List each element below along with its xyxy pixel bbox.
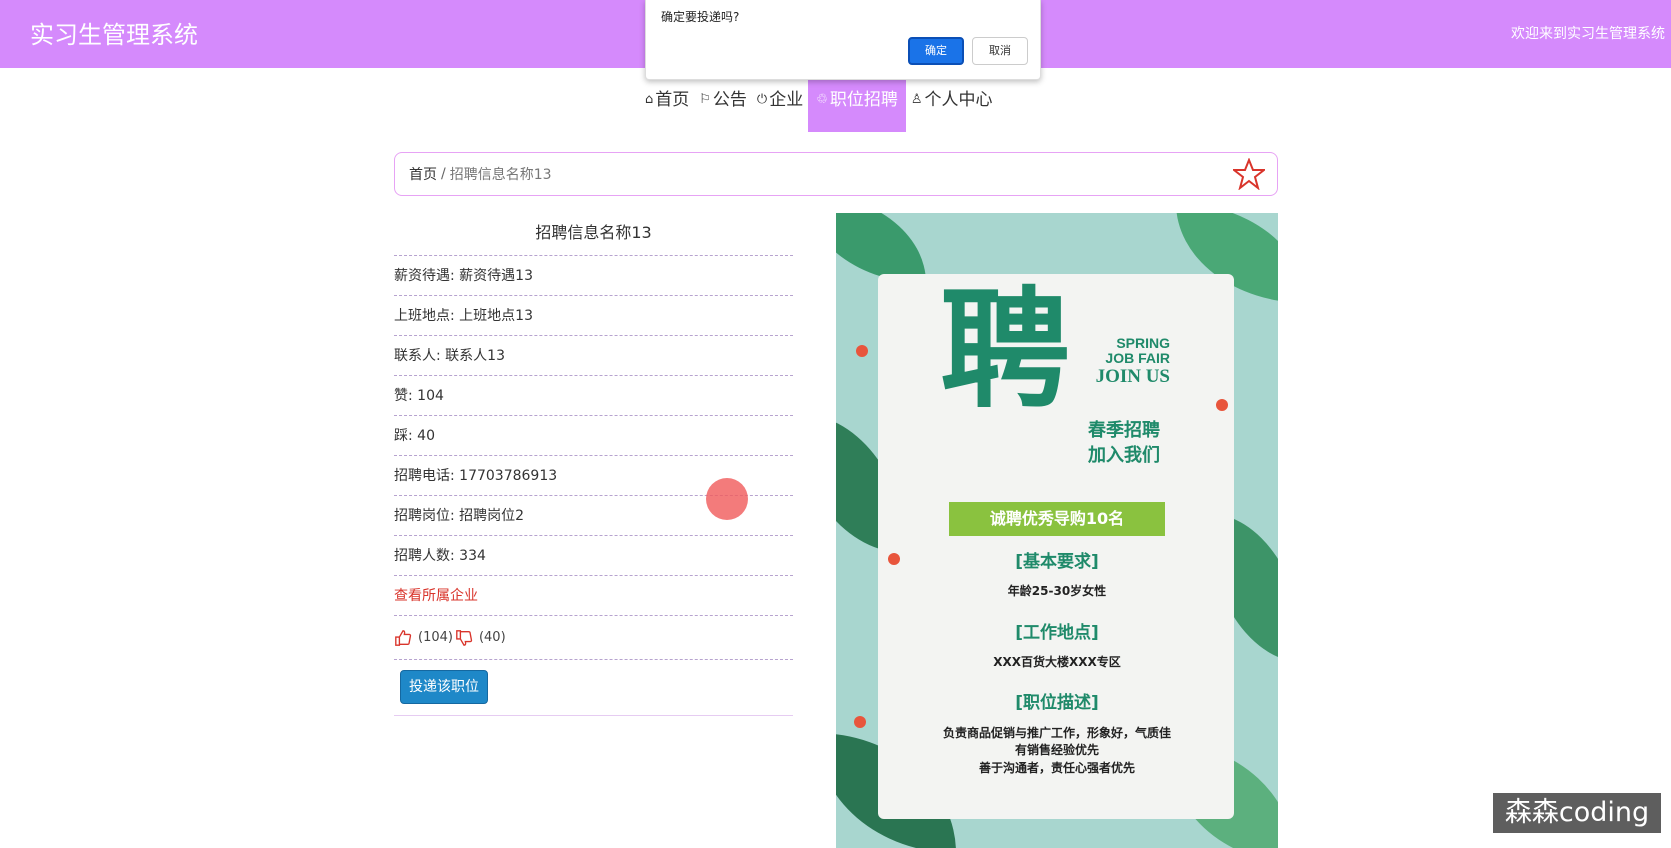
vote-row: (104) (40) (394, 616, 793, 660)
favorite-star-icon[interactable] (1233, 158, 1265, 190)
detail-row-contact: 联系人: 联系人13 (394, 336, 793, 376)
poster-cn-line2: 加入我们 (1088, 445, 1160, 466)
berry-decoration (888, 553, 900, 565)
breadcrumb-home[interactable]: 首页 (409, 164, 437, 184)
poster-join-us: JOIN US (1095, 366, 1170, 387)
like-count: (104) (418, 630, 453, 645)
watermark: 森森coding (1493, 793, 1661, 833)
poster-head-description: [职位描述] (1015, 693, 1099, 713)
app-title: 实习生管理系统 (30, 21, 198, 49)
click-indicator (706, 478, 748, 520)
confirm-ok-button[interactable]: 确定 (908, 37, 964, 65)
poster-text-requirements: 年龄25-30岁女性 (1007, 584, 1107, 598)
detail-row-headcount: 招聘人数: 334 (394, 536, 793, 576)
thumbs-down-icon[interactable] (455, 629, 473, 647)
leaf-decoration (836, 213, 926, 283)
apply-job-button[interactable]: 投递该职位 (400, 670, 488, 704)
poster-cn-line1: 春季招聘 (1088, 420, 1160, 441)
detail-row-salary: 薪资待遇: 薪资待遇13 (394, 256, 793, 296)
berry-decoration (856, 345, 868, 357)
poster-job-fair: JOB FAIR (1105, 350, 1170, 366)
confirm-cancel-button[interactable]: 取消 (972, 37, 1028, 65)
confirm-dialog: 确定要投递吗? 确定 取消 (645, 0, 1041, 80)
poster-text-location: XXX百货大楼XXX专区 (993, 655, 1121, 669)
poster-text-desc-2: 有销售经验优先 (1014, 743, 1099, 757)
breadcrumb: 首页 / 招聘信息名称13 (394, 152, 1278, 196)
detail-row-dislikes: 踩: 40 (394, 416, 793, 456)
breadcrumb-current: 招聘信息名称13 (449, 167, 552, 183)
job-poster-image: 聘 SPRING JOB FAIR JOIN US 春季招聘 加入我们 诚聘优秀… (836, 213, 1278, 848)
poster-text-desc-3: 善于沟通者，责任心强者优先 (978, 761, 1135, 775)
job-title: 招聘信息名称13 (394, 214, 793, 256)
berry-decoration (854, 716, 866, 728)
breadcrumb-separator: / (441, 166, 446, 182)
poster-head-location: [工作地点] (1015, 623, 1099, 643)
view-company-link[interactable]: 查看所属企业 (394, 576, 793, 616)
poster-spring: SPRING (1116, 335, 1170, 351)
poster-head-requirements: [基本要求] (1015, 552, 1099, 572)
welcome-text: 欢迎来到实习生管理系统 (1511, 26, 1665, 42)
poster-big-char: 聘 (940, 273, 1071, 426)
job-detail-panel: 招聘信息名称13 薪资待遇: 薪资待遇13 上班地点: 上班地点13 联系人: … (394, 214, 793, 716)
thumbs-up-icon[interactable] (394, 629, 412, 647)
detail-row-likes: 赞: 104 (394, 376, 793, 416)
berry-decoration (1216, 399, 1228, 411)
detail-row-location: 上班地点: 上班地点13 (394, 296, 793, 336)
confirm-message: 确定要投递吗? (661, 10, 740, 24)
poster-text-desc-1: 负责商品促销与推广工作，形象好，气质佳 (942, 726, 1171, 740)
dislike-count: (40) (478, 630, 506, 645)
apply-section: 投递该职位 (394, 660, 793, 716)
poster-ribbon: 诚聘优秀导购10名 (949, 502, 1165, 536)
